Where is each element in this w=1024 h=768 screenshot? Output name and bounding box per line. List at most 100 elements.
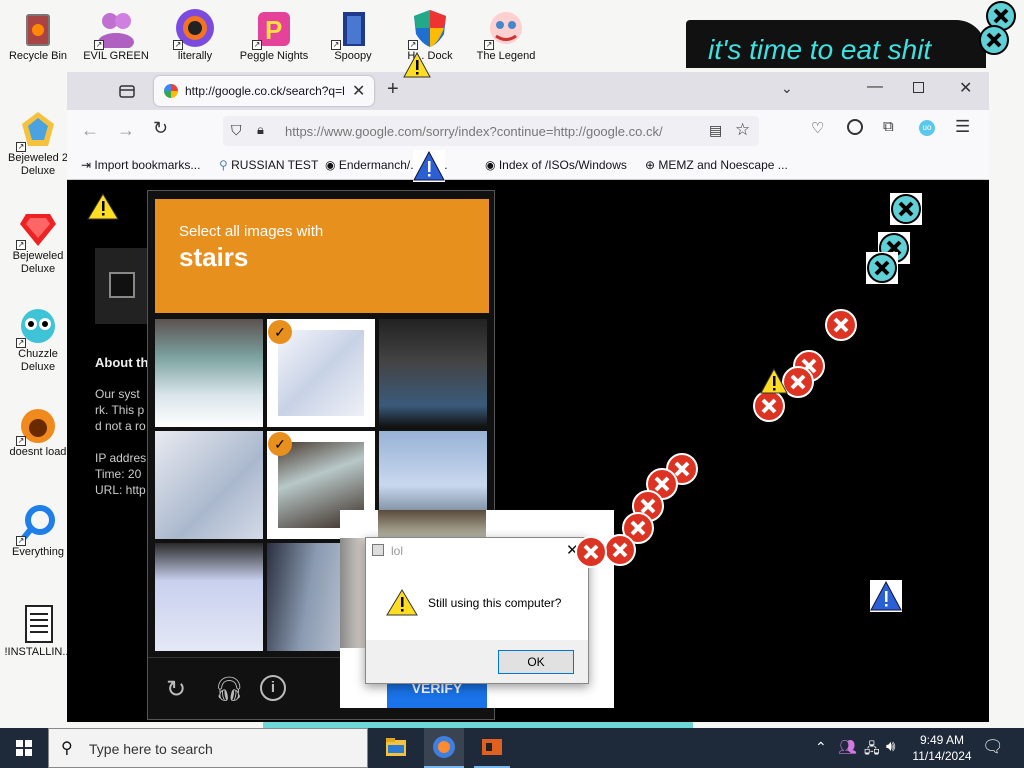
desktop-icon-bejeweled[interactable]: ↗ Bejeweled Deluxe: [0, 208, 76, 276]
shortcut-arrow-icon: ↗: [331, 40, 341, 50]
dialog-message: Still using this computer?: [428, 596, 562, 610]
captcha-tile[interactable]: [155, 319, 263, 427]
close-button[interactable]: ✕: [959, 78, 972, 98]
minimize-button[interactable]: —: [867, 78, 883, 96]
tile-image: [278, 330, 364, 416]
legend-icon: ↗: [484, 8, 526, 50]
search-placeholder: Type here to search: [89, 741, 213, 757]
shortcut-arrow-icon: ↗: [16, 536, 26, 546]
captcha-tile[interactable]: [155, 431, 263, 539]
taskbar-app[interactable]: [474, 728, 510, 768]
shortcut-arrow-icon: ↗: [16, 436, 26, 446]
desktop-icon-label: Everything: [12, 546, 64, 558]
taskbar-firefox[interactable]: [424, 728, 464, 768]
menu-icon[interactable]: ☰: [955, 117, 970, 137]
reload-icon[interactable]: ↻: [166, 675, 186, 704]
desktop-icon-evil-green[interactable]: ↗ EVIL GREEN: [78, 8, 154, 63]
extensions-icon[interactable]: ⧉: [883, 118, 894, 135]
desktop-icon-label: Spoopy: [334, 50, 372, 62]
shortcut-arrow-icon: ↗: [94, 40, 104, 50]
orange-creature-icon: ↗: [16, 404, 58, 446]
audio-headphones-icon[interactable]: 🎧︎: [214, 675, 244, 704]
bookmark-memz[interactable]: ⊕ MEMZ and Noescape ...: [645, 158, 788, 172]
info-triangle-icon: [870, 580, 902, 612]
desktop-icon-doesnt-load[interactable]: ↗ doesnt load: [0, 404, 76, 459]
dialog-app-icon: [372, 544, 384, 556]
check-icon: ✓: [268, 432, 292, 456]
search-icon: ⚲: [219, 158, 228, 172]
reader-view-icon[interactable]: ▤: [709, 122, 722, 139]
network-icon[interactable]: 🖧︎: [864, 738, 880, 762]
captcha-remnant-tile: [378, 510, 486, 538]
notification-icon[interactable]: 🗨︎: [982, 737, 1004, 757]
lock-icon[interactable]: 🔒︎: [257, 122, 264, 138]
desktop-icon-peggle-nights[interactable]: P ↗ Peggle Nights: [236, 8, 312, 63]
error-icon: [604, 534, 636, 566]
recaptcha-checkbox[interactable]: [109, 272, 135, 298]
captcha-tile[interactable]: [155, 543, 263, 651]
desktop-icon-label: EVIL GREEN: [83, 50, 149, 62]
forward-icon[interactable]: →: [117, 120, 135, 141]
bookmark-import[interactable]: ⇥ Import bookmarks...: [81, 158, 200, 172]
account-icon[interactable]: [847, 119, 863, 135]
tab-active[interactable]: http://google.co.ck/search?q=lc ✕: [154, 76, 374, 106]
clock-date: 11/14/2024: [912, 749, 972, 763]
magnifier-icon: ↗: [16, 504, 58, 546]
people-icon: ↗: [94, 8, 136, 51]
ok-button[interactable]: OK: [498, 650, 574, 674]
desktop-icon-literally[interactable]: ↗ literally: [157, 8, 233, 63]
search-box[interactable]: ⚲ Type here to search: [48, 728, 368, 768]
taskbar-file-explorer[interactable]: [378, 728, 414, 768]
peggle-icon: P ↗: [252, 8, 294, 50]
ip-line: URL: http: [95, 483, 146, 497]
close-circle-icon: [866, 252, 898, 284]
bookmark-label: Import bookmarks...: [94, 158, 201, 172]
tray-chevron-icon[interactable]: ⌃: [815, 739, 827, 756]
new-tab-button[interactable]: +: [387, 78, 399, 101]
tray-people-icon[interactable]: 👥︎: [838, 738, 857, 756]
desktop-icon-everything[interactable]: ↗ Everything: [0, 504, 76, 559]
tab-title: http://google.co.ck/search?q=lc: [185, 84, 345, 98]
back-icon[interactable]: ←: [81, 120, 99, 141]
captcha-tile-selected[interactable]: ✓: [267, 319, 375, 427]
bookmark-russian-test[interactable]: ⚲ RUSSIAN TEST: [219, 158, 318, 172]
captcha-tile[interactable]: [379, 319, 487, 427]
tab-list-chevron-icon[interactable]: ⌄: [781, 80, 793, 97]
tab-close-icon[interactable]: ✕: [352, 81, 365, 101]
error-icon: [575, 536, 607, 568]
desktop-icon-label: Peggle Nights: [239, 50, 309, 62]
info-triangle-icon: [413, 150, 445, 182]
warning-icon: [87, 192, 119, 220]
desktop-icon-chuzzle[interactable]: ↗ Chuzzle Deluxe: [0, 306, 76, 374]
bookmark-label: Index of /ISOs/Windows: [498, 158, 627, 172]
desktop-icon-label: !INSTALLIN...: [4, 646, 72, 658]
desktop-icon-bejeweled-2[interactable]: ↗ Bejeweled 2 Deluxe: [0, 110, 76, 178]
globe-icon: ◉: [325, 158, 336, 172]
desktop-icon-the-legend[interactable]: ↗ The Legend: [468, 8, 544, 63]
bookmarks-bar: ⇥ Import bookmarks... ⚲ RUSSIAN TEST ◉ E…: [67, 152, 989, 180]
info-icon[interactable]: i: [260, 675, 286, 701]
warning-icon: [403, 52, 431, 78]
url-bar[interactable]: ⛉ 🔒︎ https://www.google.com/sorry/index?…: [223, 116, 759, 146]
reload-icon[interactable]: ↻: [153, 118, 168, 139]
volume-icon[interactable]: 🔊︎: [886, 738, 895, 755]
desktop-icon-label: Recycle Bin: [8, 50, 68, 62]
tab-overview-icon[interactable]: [117, 81, 137, 101]
check-icon: ✓: [268, 320, 292, 344]
shortcut-arrow-icon: ↗: [484, 40, 494, 50]
about-heading: About th: [95, 355, 149, 370]
captcha-prompt: Select all images with: [179, 223, 324, 240]
ublock-icon[interactable]: uo: [919, 120, 935, 136]
maximize-button[interactable]: [913, 82, 924, 93]
pocket-icon[interactable]: ♡: [811, 119, 824, 137]
bookmark-star-icon[interactable]: ☆: [735, 120, 750, 140]
desktop-icon-installin[interactable]: !INSTALLIN...: [0, 604, 76, 659]
desktop-icon-spoopy[interactable]: ↗ Spoopy: [315, 8, 391, 63]
captcha-remnant-tile: [340, 538, 366, 648]
shield-icon[interactable]: ⛉: [231, 122, 242, 139]
start-button[interactable]: [0, 728, 48, 768]
desktop-icon-recycle-bin[interactable]: Recycle Bin: [0, 8, 76, 63]
warning-icon: [760, 368, 788, 394]
bookmark-index-isos[interactable]: ◉ Index of /ISOs/Windows: [485, 158, 627, 172]
clock[interactable]: 9:49 AM 11/14/2024: [910, 732, 974, 764]
